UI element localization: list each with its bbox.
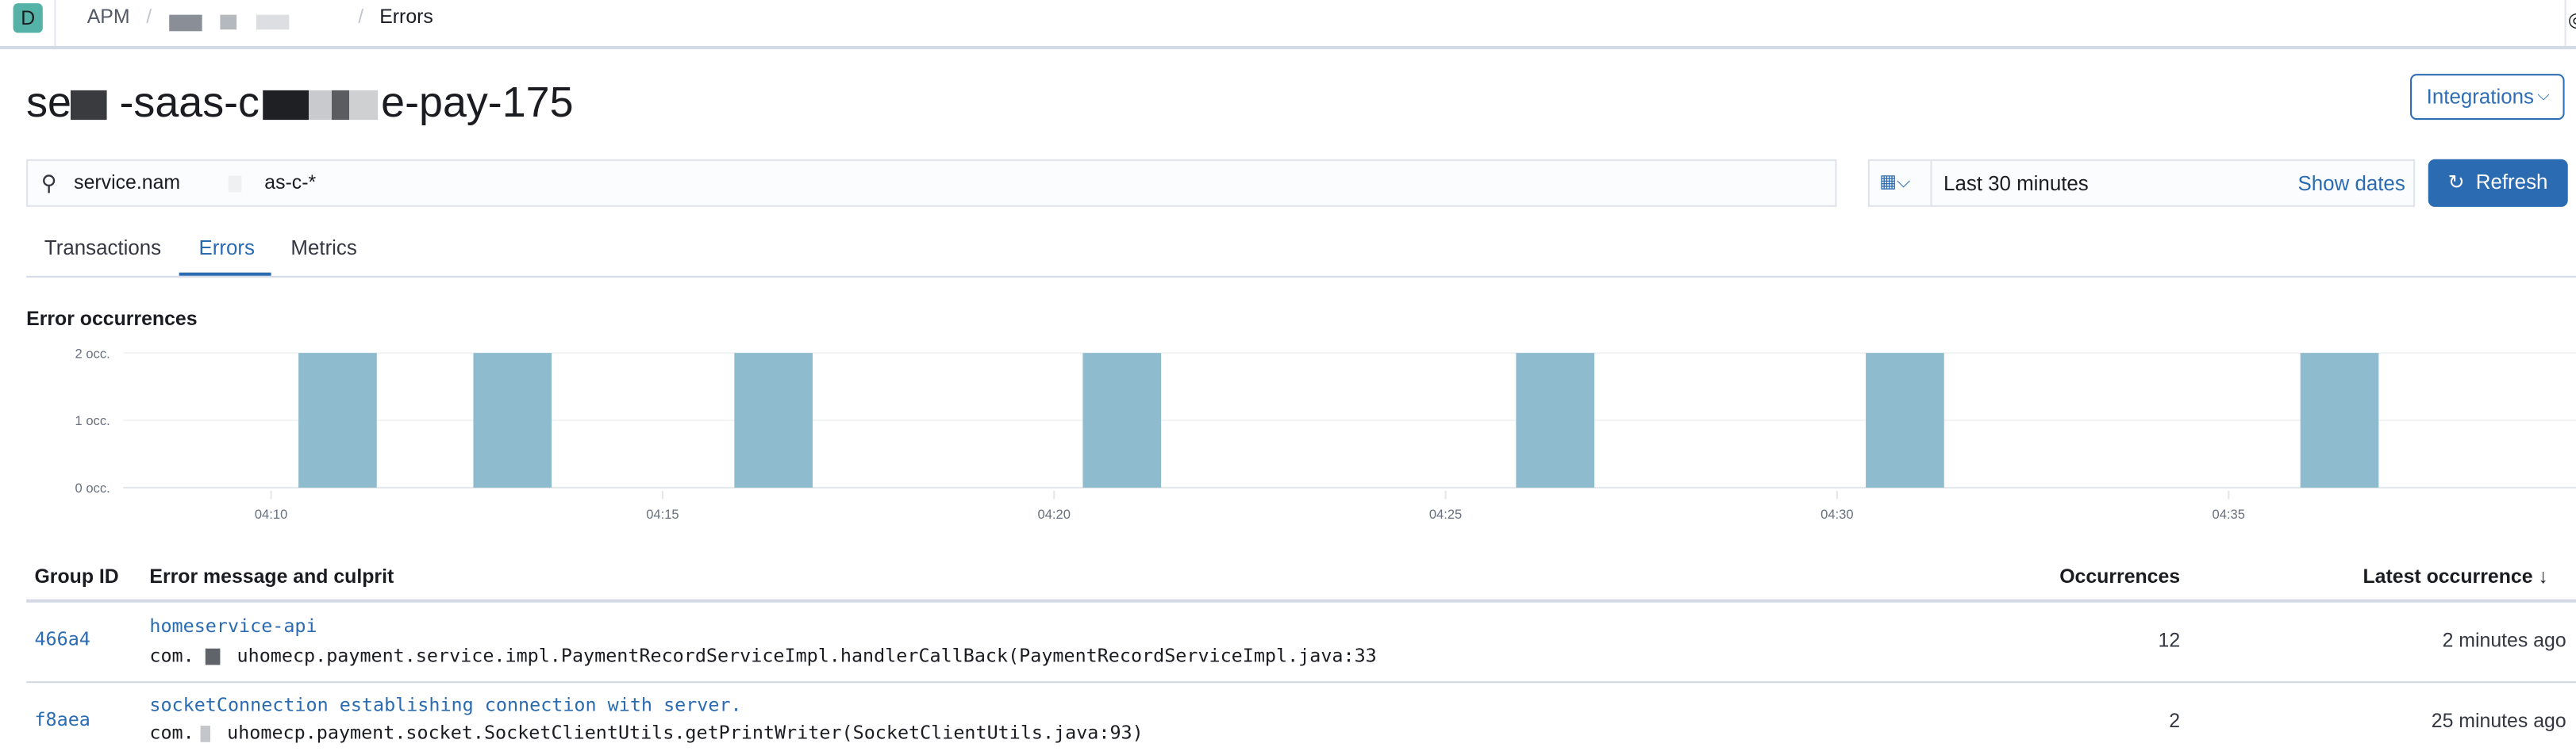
refresh-button[interactable]: ↻ Refresh: [2428, 159, 2568, 207]
column-header-message[interactable]: Error message and culprit: [149, 565, 394, 588]
error-message-link[interactable]: socketConnection establishing connection…: [149, 695, 741, 716]
bar: [1866, 353, 1944, 488]
show-dates-link[interactable]: Show dates: [2298, 172, 2405, 195]
bar: [1516, 353, 1595, 488]
occurrences-count: 12: [2158, 628, 2181, 652]
search-input[interactable]: ⚲ service.nam as-c-*: [26, 159, 1837, 207]
occurrences-count: 2: [2169, 709, 2181, 733]
x-tick-label: 04:30: [1821, 507, 1853, 522]
latest-occurrence: 2 minutes ago: [2442, 628, 2566, 652]
tabs-divider: [26, 275, 2576, 278]
page-title: se -saas-c e-pay-175: [26, 77, 574, 127]
tab-transactions[interactable]: Transactions: [44, 236, 161, 259]
bar: [473, 353, 552, 488]
x-tick-label: 04:35: [2213, 507, 2245, 522]
breadcrumb-service-redacted[interactable]: [169, 8, 290, 37]
x-tick-label: 04:10: [255, 507, 287, 522]
bar: [298, 353, 377, 488]
refresh-icon: ↻: [2447, 171, 2465, 194]
culprit: com. uhomecp.payment.service.impl.Payment…: [149, 645, 1377, 667]
top-bar: D APM / / Errors ◎: [0, 0, 2576, 50]
x-tick-label: 04:25: [1429, 507, 1462, 522]
chart-title: Error occurrences: [26, 307, 198, 331]
error-occurrences-chart: 0 occ. 1 occ. 2 occ. 04:10 04:15 04:20 04:25 04…: [75, 346, 2576, 522]
search-icon: ⚲: [40, 171, 57, 196]
breadcrumb-apm[interactable]: APM: [87, 5, 130, 28]
tab-errors[interactable]: Errors: [198, 236, 254, 259]
space-avatar[interactable]: D: [13, 3, 43, 33]
chevron-down-icon: ⌵: [2537, 86, 2550, 105]
bar: [1082, 353, 1162, 488]
column-header-latest[interactable]: Latest occurrence ↓: [2363, 565, 2547, 588]
column-header-occurrences[interactable]: Occurrences: [2059, 565, 2180, 588]
date-picker[interactable]: ▦⌵ Last 30 minutes Show dates: [1867, 159, 2416, 207]
table-row[interactable]: 466a4 homeservice-api com. uhomecp.paymen…: [26, 603, 2576, 684]
calendar-icon[interactable]: ▦⌵: [1879, 171, 1910, 194]
table-row[interactable]: f8aea socketConnection establishing conn…: [26, 683, 2576, 755]
integrations-button[interactable]: Integrations ⌵: [2409, 74, 2565, 121]
error-message-link[interactable]: homeservice-api: [149, 615, 317, 637]
y-tick-label: 2 occ.: [75, 346, 110, 361]
bar: [734, 353, 813, 488]
help-icon[interactable]: ◎: [2568, 8, 2576, 31]
breadcrumb-separator: /: [358, 5, 364, 29]
date-range-label[interactable]: Last 30 minutes: [1944, 172, 2089, 195]
y-tick-label: 0 occ.: [75, 481, 110, 496]
divider: [2564, 0, 2566, 46]
x-tick-label: 04:15: [646, 507, 679, 522]
breadcrumb-separator: /: [146, 5, 152, 29]
x-tick-label: 04:20: [1038, 507, 1071, 522]
column-header-group-id[interactable]: Group ID: [34, 565, 118, 588]
search-value: service.nam: [74, 171, 181, 194]
culprit: com. uhomecp.payment.socket.SocketClientU…: [149, 722, 1144, 744]
search-value: as-c-*: [264, 171, 317, 194]
group-id-link[interactable]: 466a4: [34, 629, 90, 650]
divider: [54, 0, 56, 46]
group-id-link[interactable]: f8aea: [34, 709, 90, 730]
latest-occurrence: 25 minutes ago: [2431, 709, 2566, 733]
arrow-down-icon: ↓: [2538, 565, 2548, 588]
tab-metrics[interactable]: Metrics: [290, 236, 356, 259]
breadcrumb-errors: Errors: [379, 5, 433, 29]
y-tick-label: 1 occ.: [75, 413, 110, 428]
bar: [2300, 353, 2379, 488]
